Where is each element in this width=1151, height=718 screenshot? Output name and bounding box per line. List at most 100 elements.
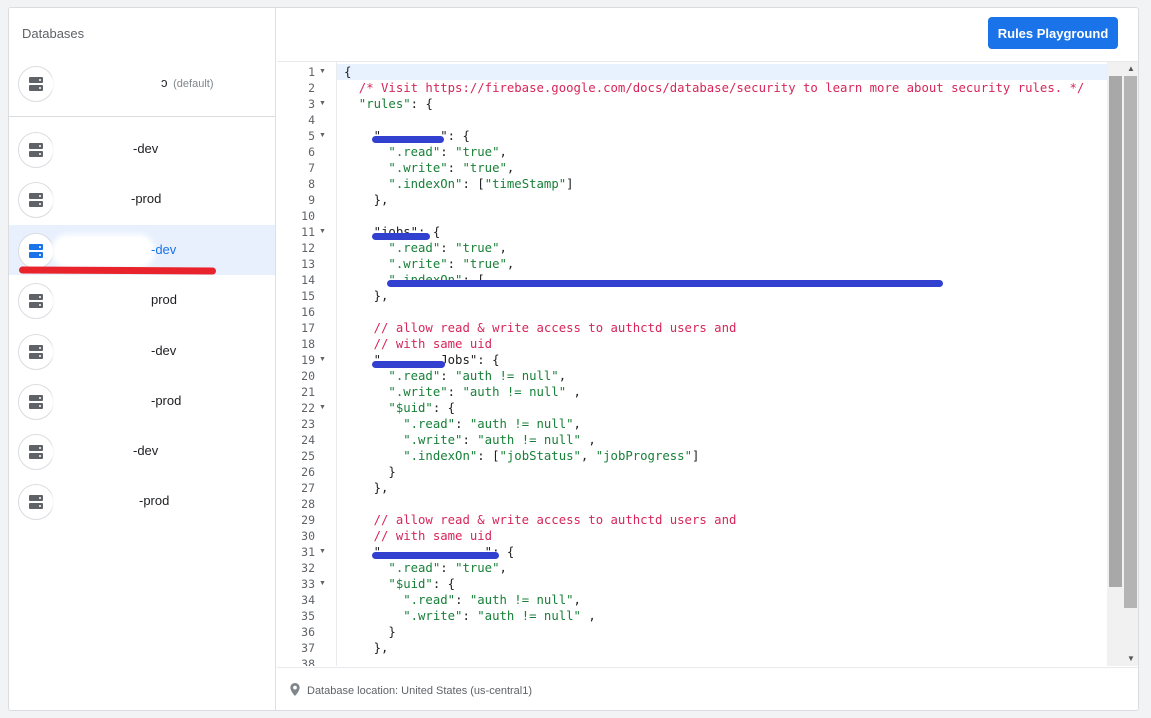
database-item[interactable]: -prod: [9, 476, 275, 526]
scrollbar-thumb-secondary[interactable]: [1124, 76, 1137, 608]
database-item[interactable]: -prod: [9, 174, 275, 224]
fold-arrow-icon[interactable]: ▼: [319, 128, 326, 144]
fold-arrow-icon[interactable]: ▼: [319, 96, 326, 112]
fold-arrow-icon[interactable]: ▼: [319, 576, 326, 592]
code-token: }: [344, 625, 396, 639]
fold-arrow-icon[interactable]: ▼: [319, 64, 326, 80]
line-number: 11: [301, 225, 315, 239]
code-token: /* Visit https://firebase.google.com/doc…: [344, 81, 1085, 95]
code-line[interactable]: "$uid": {: [344, 576, 455, 592]
line-number: 38: [301, 657, 315, 666]
code-line[interactable]: ".indexOn": ["jobStatus", "jobProgress"]: [344, 448, 699, 464]
code-line[interactable]: "$uid": {: [344, 400, 455, 416]
editor-scrollbar[interactable]: ▲ ▼: [1107, 62, 1138, 666]
line-number: 13: [301, 257, 315, 271]
code-token: "jobProgress": [595, 449, 692, 463]
red-annotation-underline: [18, 266, 217, 275]
code-token: ".read": [344, 145, 441, 159]
code-line[interactable]: ".indexOn": ["timeStamp"]: [344, 176, 573, 192]
code-token: ".read": [344, 241, 441, 255]
database-name-suffix: -dev: [133, 443, 159, 458]
scrollbar-thumb[interactable]: [1109, 76, 1122, 587]
code-token: ,: [580, 609, 596, 623]
line-number: 37: [301, 641, 315, 655]
code-line[interactable]: ".write": "true",: [344, 256, 514, 272]
scroll-down-arrow-icon[interactable]: ▼: [1127, 654, 1135, 663]
code-token: :: [462, 609, 478, 623]
line-number: 27: [301, 481, 315, 495]
line-number: 4: [308, 113, 315, 127]
line-number: 36: [301, 625, 315, 639]
code-line[interactable]: // with same uid: [344, 528, 492, 544]
code-line[interactable]: },: [344, 192, 389, 208]
code-token: ,: [506, 257, 515, 271]
fold-arrow-icon[interactable]: ▼: [319, 224, 326, 240]
code-line[interactable]: ".read": "auth != null",: [344, 368, 566, 384]
database-icon: [18, 66, 54, 102]
database-name-suffix: -prod: [151, 393, 182, 408]
code-line[interactable]: ".write": "true",: [344, 160, 514, 176]
fold-arrow-icon[interactable]: ▼: [319, 544, 326, 560]
code-line[interactable]: },: [344, 640, 389, 656]
code-line[interactable]: /* Visit https://firebase.google.com/doc…: [344, 80, 1085, 96]
database-icon: [18, 334, 54, 370]
code-token: },: [344, 289, 389, 303]
code-token: ".read": [344, 561, 441, 575]
line-number: 7: [308, 161, 315, 175]
code-token: "auth != null": [477, 433, 581, 447]
code-token: // allow read & write access to authctd …: [344, 321, 737, 335]
rules-code-editor[interactable]: 1 ▼ 2 3 ▼ 4 5 ▼ 6 7 8 9 10 11 ▼ 12 13 14 15 16 17 18 19 ▼ 20 21 22…: [277, 61, 1138, 666]
code-token: "rules": [344, 97, 411, 111]
line-number: 21: [301, 385, 315, 399]
code-token: ,: [566, 385, 581, 399]
code-token: : [: [477, 449, 500, 463]
code-line[interactable]: // allow read & write access to authctd …: [344, 320, 737, 336]
code-area[interactable]: { /* Visit https://firebase.google.com/d…: [337, 62, 1107, 666]
code-token: // allow read & write access to authctd …: [344, 513, 737, 527]
scroll-up-arrow-icon[interactable]: ▲: [1127, 64, 1135, 73]
rules-playground-button[interactable]: Rules Playground: [988, 17, 1118, 49]
code-line[interactable]: ".write": "auth != null" ,: [344, 432, 596, 448]
database-item[interactable]: -dev: [9, 326, 275, 376]
code-token: :: [440, 145, 456, 159]
redaction-scribble: [372, 361, 445, 368]
code-token: ".indexOn": [344, 177, 463, 191]
code-line[interactable]: },: [344, 288, 389, 304]
database-icon: [18, 132, 54, 168]
code-line[interactable]: // allow read & write access to authctd …: [344, 512, 737, 528]
code-token: ,: [573, 593, 581, 607]
redacted-name: [55, 389, 151, 415]
code-line[interactable]: "rules": {: [344, 96, 433, 112]
code-token: // with same uid: [344, 529, 493, 543]
database-item[interactable]: ɔ (default): [9, 58, 275, 108]
code-line[interactable]: },: [344, 480, 389, 496]
code-line[interactable]: ".read": "true",: [344, 144, 506, 160]
database-item[interactable]: prod: [9, 275, 275, 325]
database-icon: [18, 182, 54, 218]
code-line[interactable]: ".write": "auth != null" ,: [344, 608, 596, 624]
code-line[interactable]: ".read": "auth != null",: [344, 592, 581, 608]
sidebar-divider: [9, 116, 275, 117]
fold-arrow-icon[interactable]: ▼: [319, 352, 326, 368]
database-item[interactable]: -prod: [9, 376, 275, 426]
code-line[interactable]: // with same uid: [344, 336, 492, 352]
editor-footer: Database location: United States (us-cen…: [277, 667, 1138, 710]
line-number: 31: [301, 545, 315, 559]
code-line[interactable]: ".read": "true",: [344, 560, 506, 576]
code-line[interactable]: ".read": "true",: [344, 240, 506, 256]
code-line[interactable]: {: [344, 64, 351, 80]
code-token: "true": [455, 241, 500, 255]
code-line[interactable]: }: [344, 464, 395, 480]
database-item[interactable]: -dev: [9, 426, 275, 476]
code-line[interactable]: ".read": "auth != null",: [344, 416, 581, 432]
code-line[interactable]: ".write": "auth != null" ,: [344, 384, 581, 400]
line-number: 14: [301, 273, 315, 287]
code-line[interactable]: }: [344, 624, 396, 640]
code-token: ,: [558, 369, 567, 383]
database-item[interactable]: -dev: [9, 124, 275, 174]
code-token: :: [447, 257, 463, 271]
code-token: ".write": [344, 433, 463, 447]
code-token: :: [447, 161, 463, 175]
code-token: {: [344, 65, 352, 79]
fold-arrow-icon[interactable]: ▼: [319, 400, 326, 416]
